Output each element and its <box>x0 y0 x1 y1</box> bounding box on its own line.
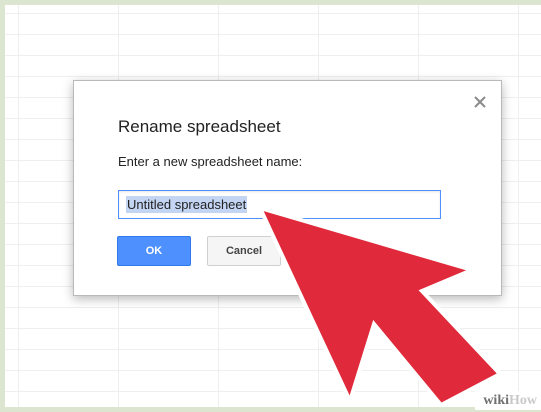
spreadsheet-name-input[interactable]: Untitled spreadsheet <box>118 190 441 219</box>
wikihow-watermark: wikiHow <box>475 391 541 410</box>
ok-button[interactable]: OK <box>117 236 191 266</box>
close-icon[interactable] <box>473 95 487 109</box>
dialog-prompt: Enter a new spreadsheet name: <box>118 154 303 169</box>
dialog-title: Rename spreadsheet <box>118 117 281 136</box>
rename-dialog: Rename spreadsheet Enter a new spreadshe… <box>73 80 502 296</box>
selected-text: Untitled spreadsheet <box>126 196 248 213</box>
cancel-button[interactable]: Cancel <box>207 236 281 266</box>
watermark-wiki: wiki <box>483 393 509 408</box>
watermark-how: How <box>509 393 537 408</box>
